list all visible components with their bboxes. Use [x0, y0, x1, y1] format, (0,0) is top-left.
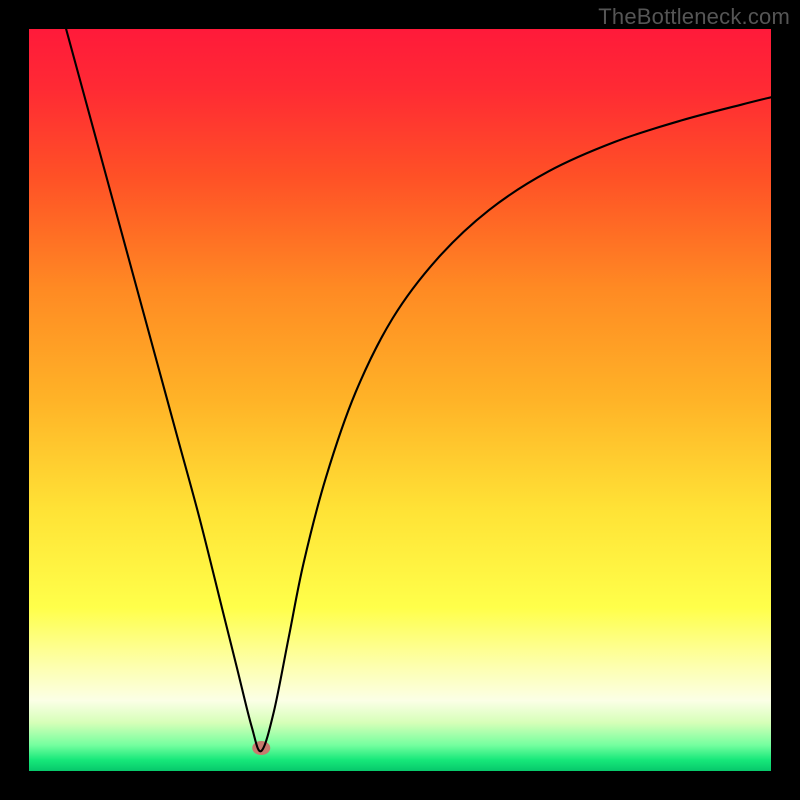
- plot-overlay: [29, 29, 771, 771]
- optimal-point-marker: [252, 741, 270, 755]
- bottleneck-curve: [66, 29, 771, 751]
- watermark-text: TheBottleneck.com: [598, 4, 790, 30]
- outer-frame: TheBottleneck.com: [0, 0, 800, 800]
